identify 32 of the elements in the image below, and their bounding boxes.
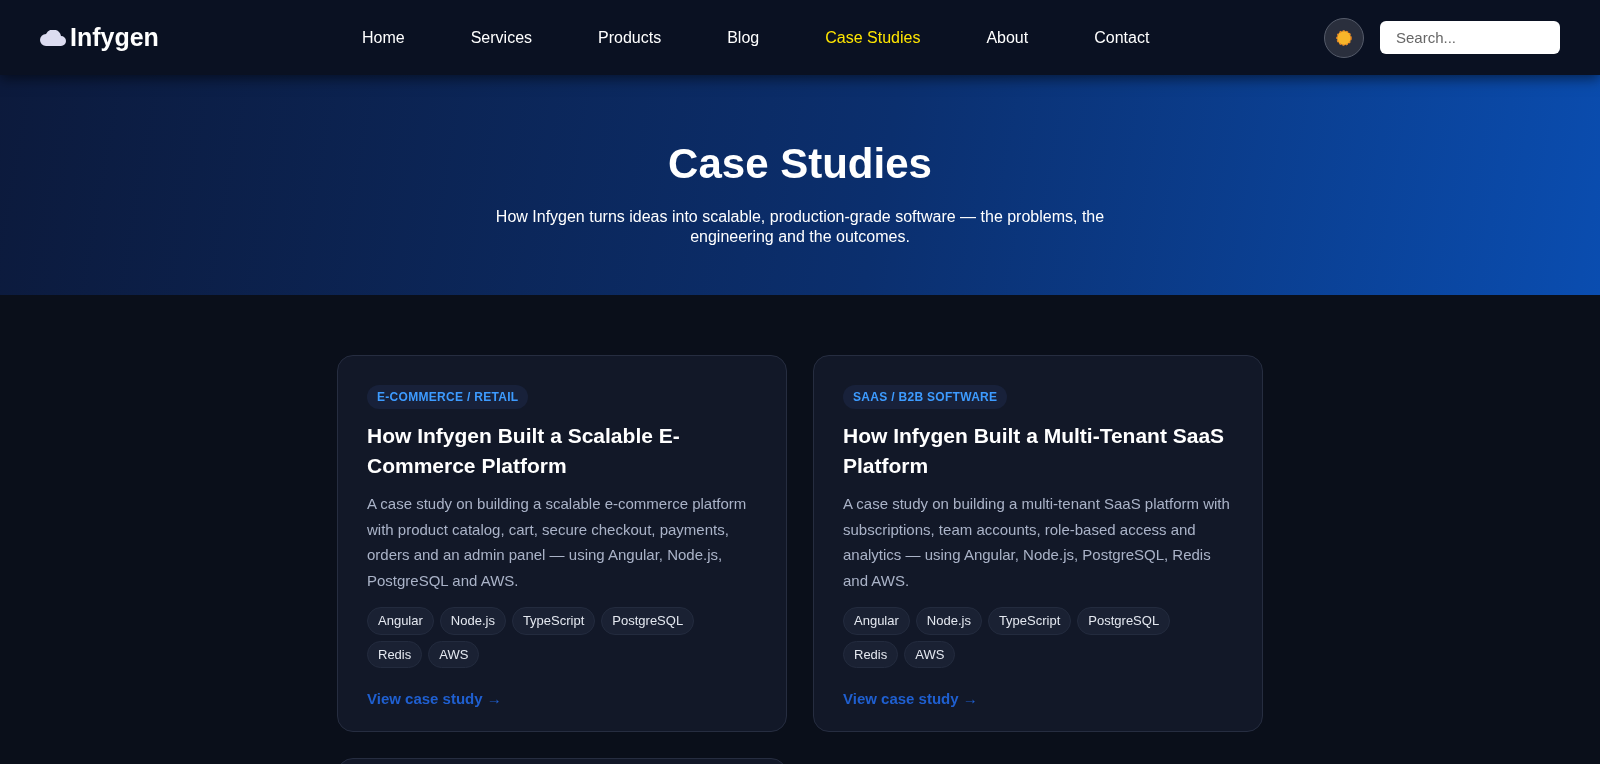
nav-link[interactable]: Blog: [727, 25, 760, 50]
tech-tag: Node.js: [915, 607, 982, 635]
nav-link[interactable]: Services: [470, 25, 533, 50]
search-field[interactable]: Search...: [1380, 21, 1560, 54]
cloud-icon: [40, 29, 66, 46]
tech-tag: TypeScript: [987, 607, 1072, 635]
nav-link[interactable]: Case Studies: [825, 25, 921, 50]
tech-tag: Node.js: [439, 607, 506, 635]
tech-tag: AWS: [904, 640, 956, 668]
card-title: How Infygen Built a Scalable E-Commerce Platform: [367, 423, 681, 479]
theme-toggle-button[interactable]: [1324, 17, 1364, 58]
tech-tag: PostgreSQL: [601, 607, 695, 635]
category-tag: SAAS / B2B SOFTWARE: [843, 385, 1008, 409]
card-description: A case study on building a multi-tenant SaaS platform with subscriptions, team accounts, role-based access and analytics — using Angular, Node.js, PostgreSQL, Redis and AWS.: [843, 494, 1231, 591]
tech-tag: AWS: [428, 640, 480, 668]
tech-tag: TypeScript: [511, 607, 596, 635]
tech-tag: Angular: [843, 607, 910, 635]
nav-link[interactable]: Products: [598, 25, 662, 50]
brand-logo[interactable]: Infygen: [70, 18, 159, 57]
nav-link[interactable]: About: [986, 25, 1029, 50]
tech-tag: Redis: [843, 640, 899, 668]
page-subtitle: How Infygen turns ideas into scalable, production-grade software — the problems, the engineering and the outcomes.: [494, 206, 1106, 247]
card-description: A case study on building a scalable e-commerce platform with product catalog, cart, secure checkout, payments, orders and an admin panel — using Angular, Node.js, PostgreSQL and AWS.: [367, 494, 748, 591]
tech-tag: PostgreSQL: [1077, 607, 1171, 635]
tech-tag: Redis: [367, 640, 423, 668]
tech-tag: Angular: [367, 607, 434, 635]
sun-icon: [1336, 29, 1352, 46]
nav-link[interactable]: Home: [362, 25, 405, 50]
category-tag: E-COMMERCE / RETAIL: [367, 385, 529, 409]
nav-link[interactable]: Contact: [1094, 25, 1150, 50]
page-title: Case Studies: [668, 138, 932, 189]
card-title: How Infygen Built a Multi-Tenant SaaS Platform: [843, 423, 1226, 479]
